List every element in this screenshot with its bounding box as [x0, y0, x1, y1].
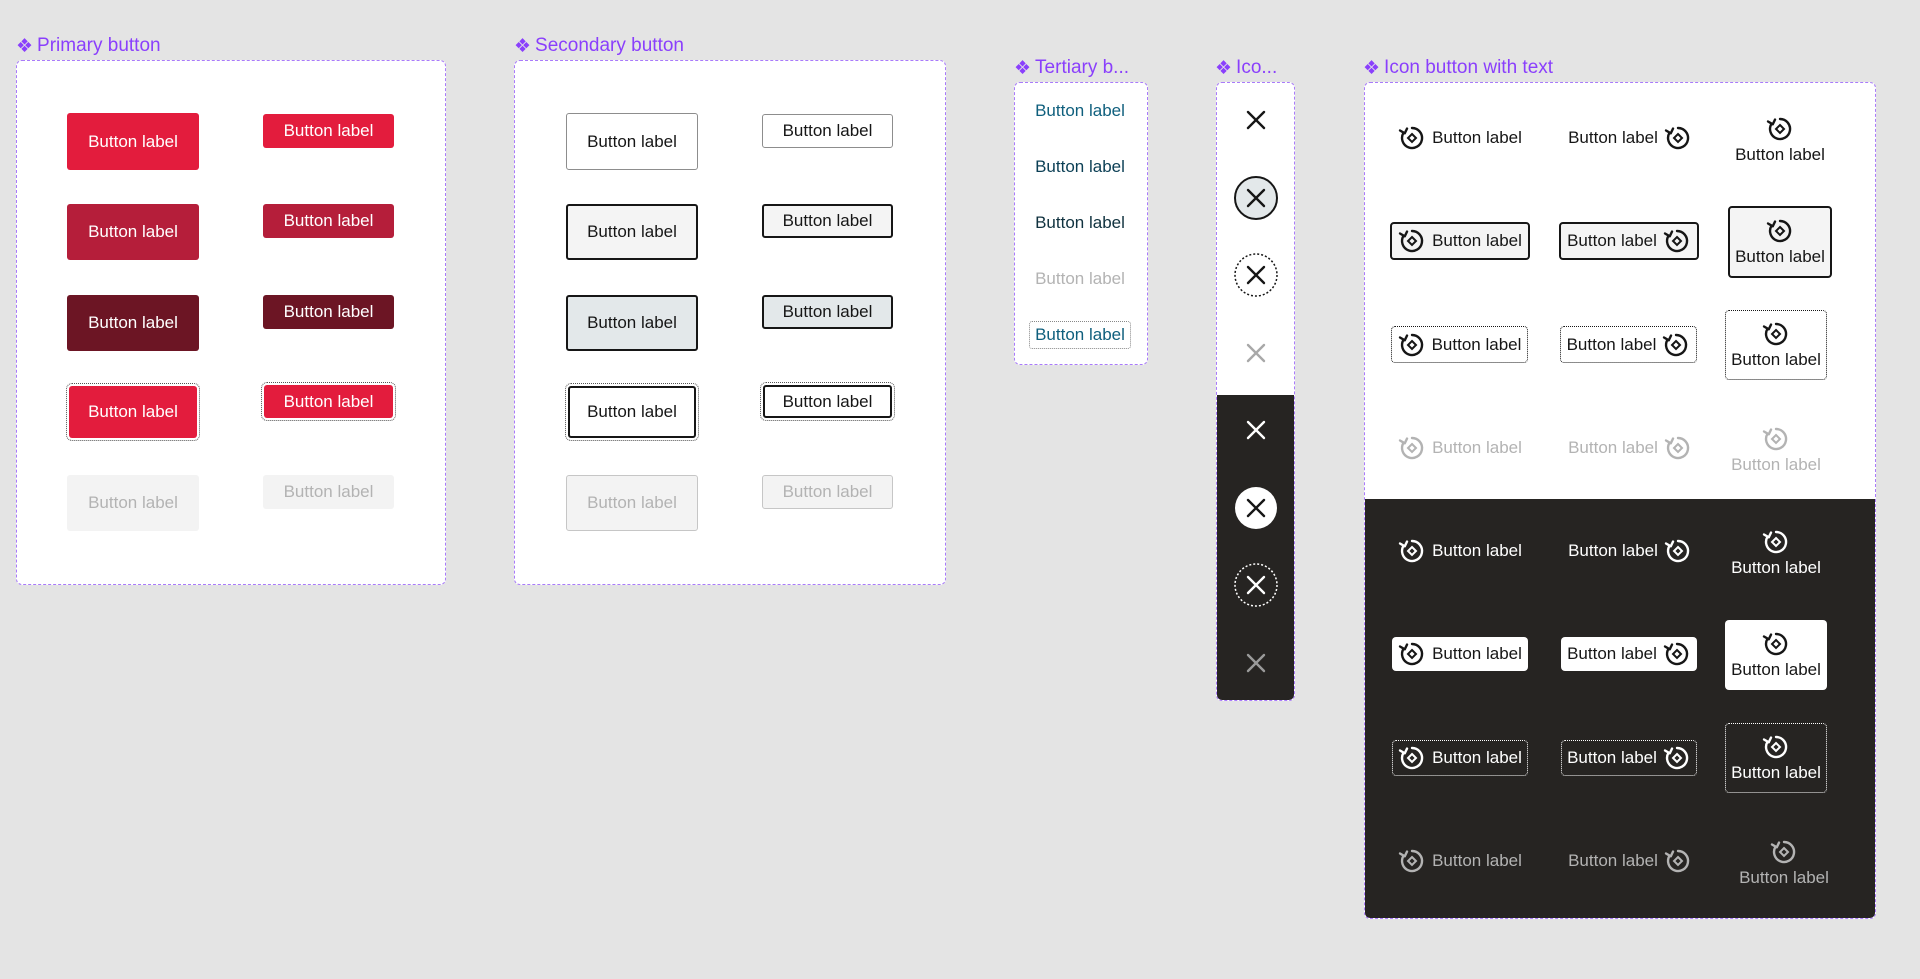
icon-text-button-dark-stacked-hover[interactable]: Button label	[1725, 620, 1827, 690]
icon-text-button-left-disabled: Button label	[1390, 431, 1530, 465]
secondary-button-hover-large[interactable]: Button label	[566, 204, 698, 260]
rotate-icon	[1663, 227, 1691, 255]
rotate-icon	[1770, 838, 1798, 866]
close-icon-disabled	[1233, 330, 1279, 376]
tertiary-section-title: ❖ Tertiary b...	[1014, 57, 1130, 79]
rotate-icon	[1663, 744, 1691, 772]
icon-text-button-stacked-default[interactable]: Button label	[1726, 110, 1834, 170]
primary-button-focus-small[interactable]: Button label	[261, 382, 396, 421]
close-icon[interactable]	[1233, 97, 1279, 143]
component-diamond-icon: ❖	[1363, 57, 1381, 79]
icon-text-button-right-focus[interactable]: Button label	[1560, 326, 1697, 363]
icon-text-button-left-default[interactable]: Button label	[1390, 121, 1530, 155]
close-icon-dark[interactable]	[1233, 407, 1279, 453]
icon-text-button-stacked-hover[interactable]: Button label	[1728, 206, 1832, 278]
secondary-button-default-large[interactable]: Button label	[566, 113, 698, 170]
primary-button-active-large[interactable]: Button label	[67, 295, 199, 351]
rotate-icon	[1762, 630, 1790, 658]
rotate-icon	[1664, 124, 1692, 152]
secondary-button-default-small[interactable]: Button label	[762, 114, 893, 148]
component-diamond-icon: ❖	[16, 35, 34, 57]
rotate-icon	[1662, 331, 1690, 359]
primary-button-disabled-small: Button label	[263, 475, 394, 509]
tertiary-button-disabled: Button label	[1035, 269, 1125, 288]
primary-button-active-small[interactable]: Button label	[263, 295, 394, 329]
icon-text-button-dark-left-default[interactable]: Button label	[1390, 534, 1530, 568]
component-diamond-icon: ❖	[1014, 57, 1032, 79]
rotate-icon	[1398, 124, 1426, 152]
primary-button-hover-small[interactable]: Button label	[263, 204, 394, 238]
primary-button-disabled-large: Button label	[67, 475, 199, 531]
secondary-button-active-large[interactable]: Button label	[566, 295, 698, 351]
icon-text-button-right-hover[interactable]: Button label	[1559, 222, 1699, 260]
rotate-icon	[1398, 434, 1426, 462]
icon-text-button-dark-left-hover[interactable]: Button label	[1392, 637, 1528, 671]
icon-text-section-title: ❖ Icon button with text	[1363, 57, 1554, 79]
icon-text-button-dark-stacked-disabled: Button label	[1730, 832, 1838, 894]
rotate-icon	[1398, 744, 1426, 772]
close-icon-dark-disabled	[1233, 640, 1279, 686]
tertiary-button-hover[interactable]: Button label	[1030, 154, 1130, 180]
component-diamond-icon: ❖	[1215, 57, 1233, 79]
rotate-icon	[1398, 847, 1426, 875]
rotate-icon	[1762, 528, 1790, 556]
icon-text-button-dark-stacked-default[interactable]: Button label	[1722, 522, 1830, 584]
close-icon-hover[interactable]	[1233, 175, 1279, 221]
icon-text-button-dark-stacked-focus[interactable]: Button label	[1725, 723, 1827, 793]
rotate-icon	[1398, 331, 1426, 359]
rotate-icon	[1398, 640, 1426, 668]
close-icon-dark-hover[interactable]	[1233, 485, 1279, 531]
primary-button-hover-large[interactable]: Button label	[67, 204, 199, 260]
icon-text-button-left-hover[interactable]: Button label	[1390, 222, 1530, 260]
icon-text-button-stacked-focus[interactable]: Button label	[1725, 310, 1827, 380]
rotate-icon	[1398, 227, 1426, 255]
secondary-button-focus-large[interactable]: Button label	[565, 383, 699, 441]
primary-button-default-small[interactable]: Button label	[263, 114, 394, 148]
tertiary-button-active[interactable]: Button label	[1030, 210, 1130, 236]
rotate-icon	[1762, 733, 1790, 761]
component-diamond-icon: ❖	[514, 35, 532, 57]
rotate-icon	[1664, 537, 1692, 565]
rotate-icon	[1762, 425, 1790, 453]
rotate-icon	[1398, 537, 1426, 565]
primary-button-focus-large[interactable]: Button label	[66, 383, 200, 441]
secondary-button-disabled-large: Button label	[566, 475, 698, 531]
rotate-icon	[1766, 115, 1794, 143]
secondary-button-focus-small[interactable]: Button label	[760, 382, 895, 421]
icon-text-button-dark-left-disabled: Button label	[1390, 844, 1530, 878]
primary-section-title: ❖ Primary button	[16, 35, 161, 57]
secondary-button-hover-small[interactable]: Button label	[762, 204, 893, 238]
icon-text-button-dark-right-focus[interactable]: Button label	[1561, 740, 1697, 776]
rotate-icon	[1762, 320, 1790, 348]
tertiary-button-default[interactable]: Button label	[1030, 98, 1130, 124]
rotate-icon	[1664, 847, 1692, 875]
icon-text-button-dark-right-default[interactable]: Button label	[1560, 534, 1700, 568]
icon-text-button-left-focus[interactable]: Button label	[1391, 326, 1528, 363]
icon-text-button-dark-left-focus[interactable]: Button label	[1392, 740, 1528, 776]
close-icon-dark-focus[interactable]	[1233, 562, 1279, 608]
icon-text-button-dark-right-disabled: Button label	[1560, 844, 1700, 878]
icon-text-button-right-default[interactable]: Button label	[1560, 121, 1700, 155]
icon-text-button-right-disabled: Button label	[1560, 431, 1700, 465]
rotate-icon	[1766, 217, 1794, 245]
secondary-button-active-small[interactable]: Button label	[762, 295, 893, 329]
tertiary-button-focus[interactable]: Button label	[1029, 321, 1131, 349]
secondary-section-title: ❖ Secondary button	[514, 35, 684, 57]
rotate-icon	[1664, 434, 1692, 462]
icon-text-button-dark-right-hover[interactable]: Button label	[1561, 637, 1697, 671]
rotate-icon	[1663, 640, 1691, 668]
icon-section-title: ❖ Ico...	[1215, 57, 1278, 79]
primary-button-default-large[interactable]: Button label	[67, 113, 199, 170]
icon-text-button-stacked-disabled: Button label	[1722, 420, 1830, 480]
secondary-button-disabled-small: Button label	[762, 475, 893, 509]
close-icon-focus[interactable]	[1233, 252, 1279, 298]
